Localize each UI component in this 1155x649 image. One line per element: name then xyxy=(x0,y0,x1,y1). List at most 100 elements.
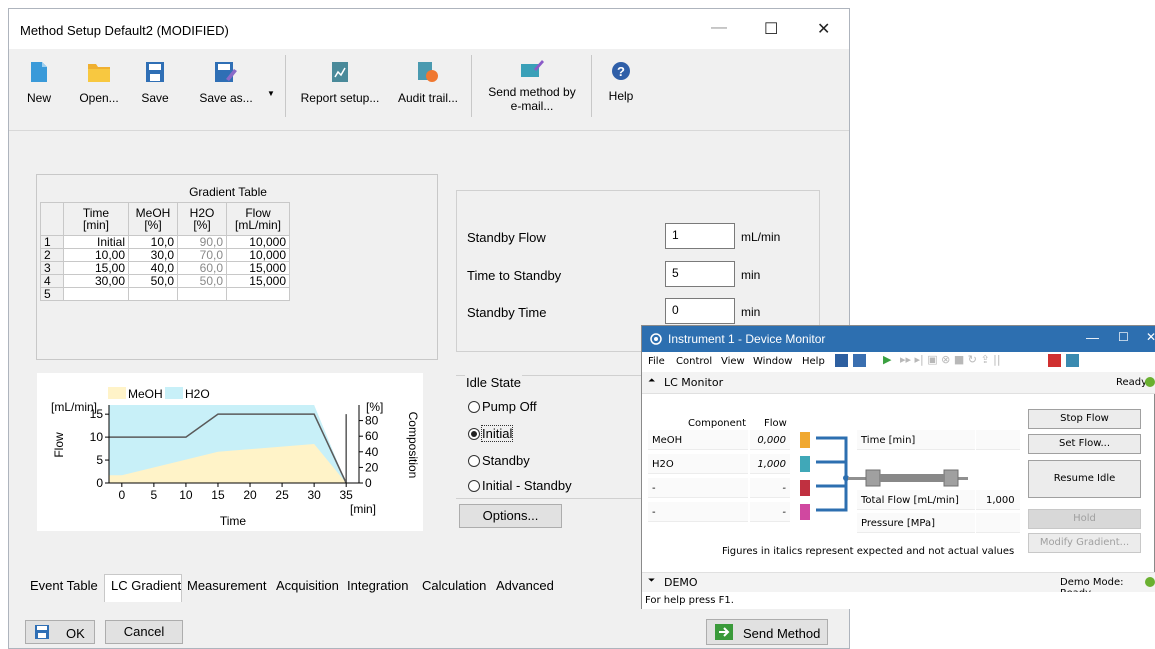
open-button[interactable]: Open... xyxy=(69,49,129,119)
table-row[interactable]: 2 10,00 30,0 70,0 10,000 xyxy=(40,248,290,262)
save-as-dropdown-icon[interactable]: ▼ xyxy=(267,89,275,98)
total-flow-value-cell: 1,000 xyxy=(976,490,1020,510)
col-h2o[interactable]: H2O [%] xyxy=(177,202,227,236)
radio-initial-standby[interactable]: Initial - Standby xyxy=(468,478,572,493)
options-button[interactable]: Options... xyxy=(459,504,562,528)
legend-swatch-h2o xyxy=(165,387,183,399)
set-flow-button[interactable]: Set Flow... xyxy=(1028,434,1141,454)
send-email-label-1: Send method by xyxy=(488,85,576,99)
radio-button-icon xyxy=(468,454,480,467)
flow-header: Flow xyxy=(764,418,787,429)
menu-control[interactable]: Control xyxy=(676,356,712,367)
help-button[interactable]: ? Help xyxy=(601,49,641,119)
new-label: New xyxy=(26,91,51,105)
save-as-label: Save as... xyxy=(199,91,253,105)
col-flow[interactable]: Flow [mL/min] xyxy=(226,202,290,236)
component-header: Component xyxy=(688,418,747,429)
stop-flow-button[interactable]: Stop Flow xyxy=(1028,409,1141,429)
legend-label-meoh: MeOH xyxy=(128,387,163,401)
lc-monitor-header[interactable]: ⏶ LC Monitor Ready xyxy=(642,372,1155,394)
save-as-button[interactable]: Save as... xyxy=(191,49,261,119)
monitor-minimize-button[interactable]: — xyxy=(1086,330,1099,345)
time-to-standby-label: Time to Standby xyxy=(467,268,562,283)
save-disk-icon xyxy=(146,62,164,82)
modify-gradient-button[interactable]: Modify Gradient... xyxy=(1028,533,1141,553)
new-button[interactable]: New xyxy=(19,49,59,119)
ok-button[interactable]: OK xyxy=(25,620,95,644)
expand-icon[interactable]: ⏷ xyxy=(648,576,655,586)
standby-time-input[interactable]: 0 xyxy=(665,298,735,324)
media-controls-icon[interactable]: ▸▸ ▸| ▣ ⊗ ■ ↻ ⇪ || xyxy=(900,353,1001,366)
standby-time-unit: min xyxy=(741,305,761,319)
y-tick-label: 0 xyxy=(96,476,103,490)
save-label: Save xyxy=(141,91,169,105)
title-bar: Method Setup Default2 (MODIFIED) — ☐ ✕ xyxy=(9,9,849,49)
menu-help[interactable]: Help xyxy=(802,356,825,367)
stop-icon[interactable] xyxy=(1048,354,1061,367)
save-as-icon xyxy=(215,62,237,82)
hold-button[interactable]: Hold xyxy=(1028,509,1141,529)
minimize-button[interactable]: — xyxy=(711,19,727,37)
menu-window[interactable]: Window xyxy=(753,356,792,367)
y2-tick-label: 80 xyxy=(365,414,379,428)
time-value-cell xyxy=(976,430,1020,450)
menu-file[interactable]: File xyxy=(648,356,665,367)
gradient-table[interactable]: Time [min] MeOH [%] H2O [%] Flow [mL/min] 1I… xyxy=(40,202,290,301)
send-method-button[interactable]: Send Method xyxy=(706,619,828,645)
toolbar-separator xyxy=(471,55,472,117)
maximize-button[interactable]: ☐ xyxy=(764,19,778,39)
gradient-table-panel: Gradient Table Time [min] MeOH [%] H2O [%] … xyxy=(36,174,438,360)
column-icon xyxy=(848,469,968,487)
send-email-button[interactable]: Send method by e-mail... xyxy=(479,49,585,119)
x-unit-label: [min] xyxy=(350,502,376,516)
tab-lc-gradient[interactable]: LC Gradient xyxy=(111,578,181,593)
monitor-maximize-button[interactable]: ☐ xyxy=(1118,330,1129,344)
table-row[interactable]: 5 xyxy=(40,287,290,301)
ok-label: OK xyxy=(66,626,85,641)
report-setup-button[interactable]: Report setup... xyxy=(295,49,385,119)
radio-pump-off[interactable]: Pump Off xyxy=(468,399,537,414)
monitor-icon[interactable] xyxy=(853,354,866,367)
tab-advanced[interactable]: Advanced xyxy=(496,578,554,593)
x-tick-label: 0 xyxy=(118,488,125,502)
table-row[interactable]: 4 30,00 50,0 50,0 15,000 xyxy=(40,274,290,288)
tab-integration[interactable]: Integration xyxy=(347,578,408,593)
col-time[interactable]: Time [min] xyxy=(63,202,129,236)
col-meoh[interactable]: MeOH [%] xyxy=(128,202,178,236)
table-row[interactable]: 3 15,00 40,0 60,0 15,000 xyxy=(40,261,290,275)
standby-flow-input[interactable]: 1 xyxy=(665,223,735,249)
chart-icon[interactable] xyxy=(835,354,848,367)
monitor-close-button[interactable]: ✕ xyxy=(1146,330,1155,344)
audit-trail-icon xyxy=(418,62,438,82)
close-button[interactable]: ✕ xyxy=(817,19,830,39)
x-tick-label: 25 xyxy=(275,488,289,502)
email-icon xyxy=(521,60,544,77)
radio-initial[interactable]: Initial xyxy=(468,425,514,442)
demo-header[interactable]: ⏷ DEMO Demo Mode: Ready xyxy=(642,572,1155,599)
menu-view[interactable]: View xyxy=(721,356,745,367)
toolbar: New Open... Save Save as... ▼ Report set… xyxy=(9,49,849,131)
y-axis-label: Flow xyxy=(52,432,66,458)
component-flow-cell: 0,000 xyxy=(750,430,790,450)
x-axis-label: Time xyxy=(220,514,247,528)
tab-calculation[interactable]: Calculation xyxy=(422,578,486,593)
play-icon[interactable]: ▶ xyxy=(883,353,891,366)
folder-icon xyxy=(88,64,110,82)
time-to-standby-input[interactable]: 5 xyxy=(665,261,735,287)
settings-icon[interactable] xyxy=(1066,354,1079,367)
italics-note: Figures in italics represent expected an… xyxy=(722,546,1015,557)
resume-idle-button[interactable]: Resume Idle xyxy=(1028,460,1141,498)
tab-event-table[interactable]: Event Table xyxy=(30,578,98,593)
save-button[interactable]: Save xyxy=(135,49,175,119)
cancel-button[interactable]: Cancel xyxy=(105,620,183,644)
table-row[interactable]: 1 Initial 10,0 90,0 10,000 xyxy=(40,235,290,249)
x-tick-label: 5 xyxy=(151,488,158,502)
radio-standby[interactable]: Standby xyxy=(468,453,530,468)
demo-title: DEMO xyxy=(664,576,698,589)
tab-measurement[interactable]: Measurement xyxy=(187,578,266,593)
tab-acquisition[interactable]: Acquisition xyxy=(276,578,339,593)
save-disk-icon xyxy=(35,625,49,639)
collapse-icon[interactable]: ⏶ xyxy=(648,376,655,386)
ready-check-icon xyxy=(1145,377,1155,387)
audit-trail-button[interactable]: Audit trail... xyxy=(391,49,465,119)
